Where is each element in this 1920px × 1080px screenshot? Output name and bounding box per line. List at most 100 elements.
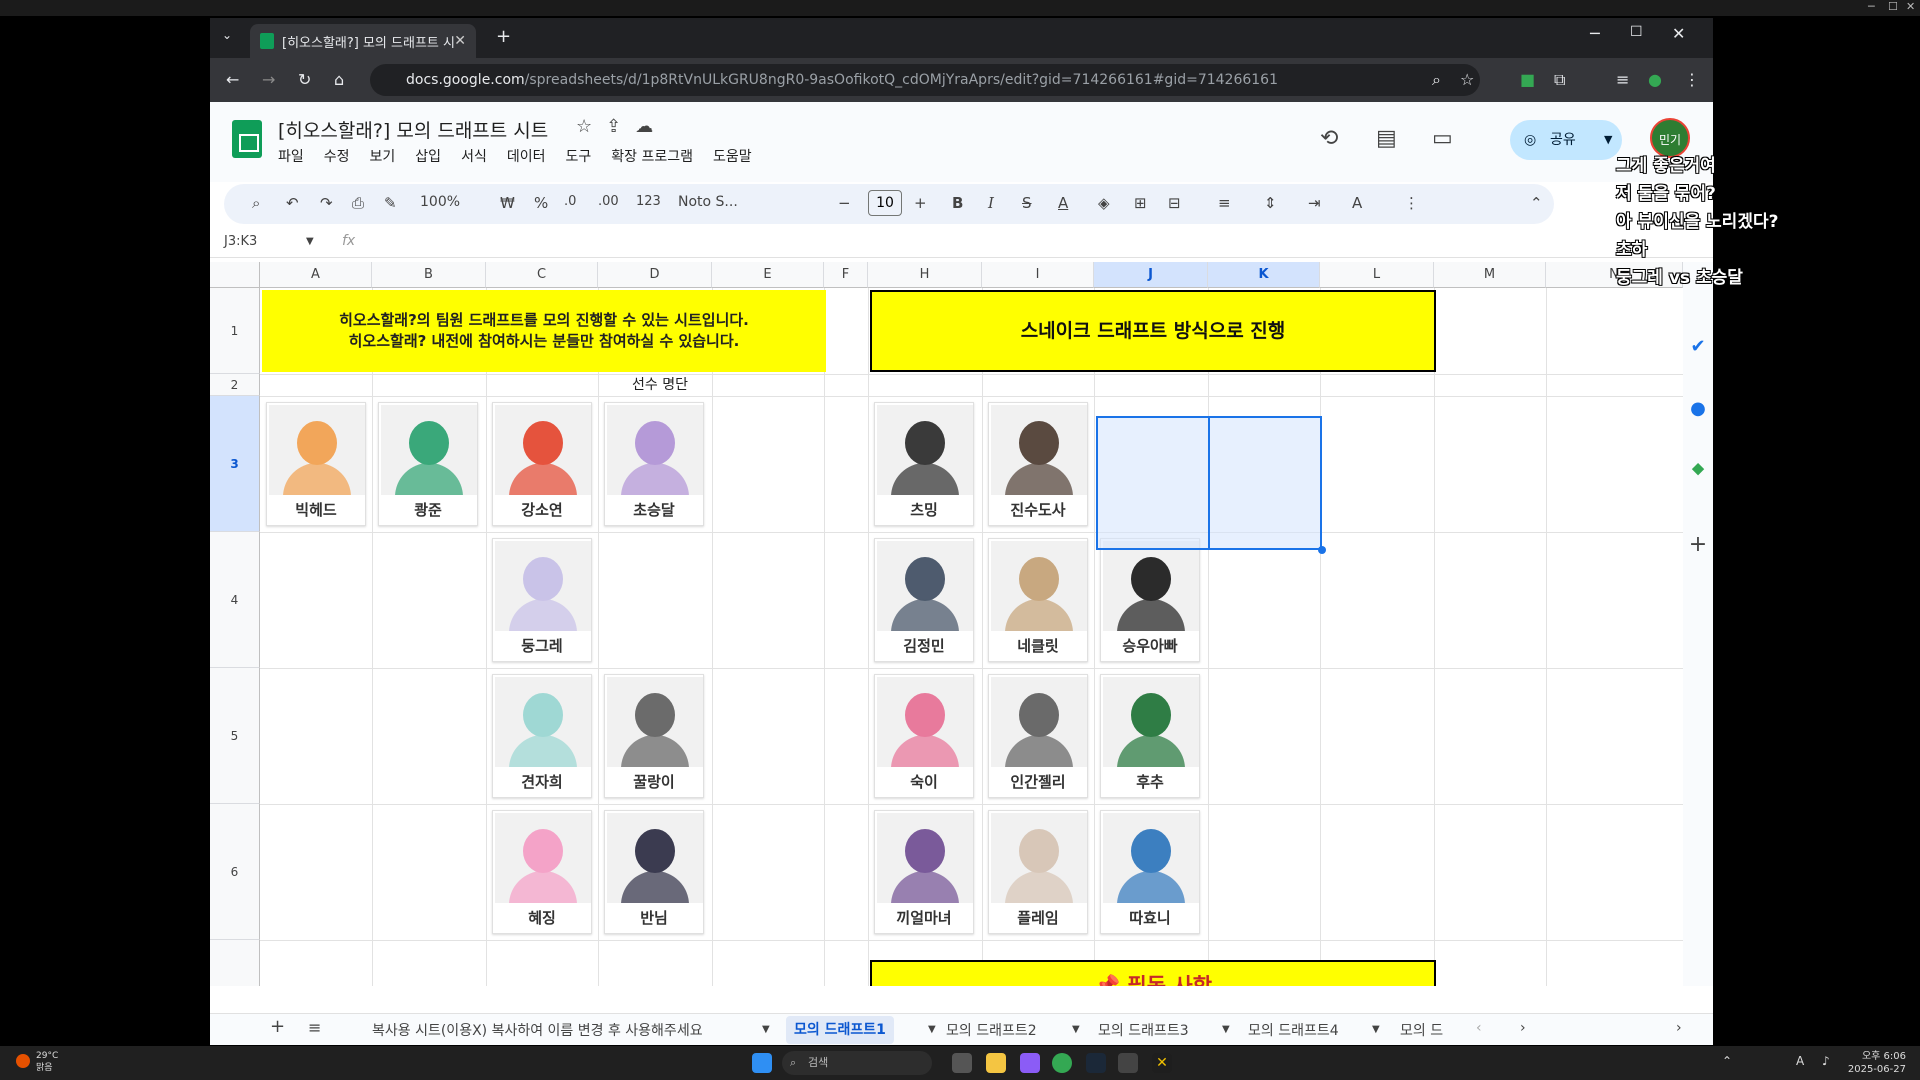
name-box-dropdown-icon[interactable]: ▼	[306, 236, 314, 247]
player-card[interactable]: 강소연	[492, 402, 592, 526]
sheet-tab-dropdown-icon[interactable]: ▼	[1222, 1024, 1230, 1035]
sheet-tab-dropdown-icon[interactable]: ▼	[762, 1024, 770, 1035]
currency-format[interactable]: ₩	[500, 194, 515, 212]
column-header[interactable]: J	[1094, 262, 1208, 288]
drafted-card[interactable]: 플레임	[988, 810, 1088, 934]
drafted-card[interactable]: 츠밍	[874, 402, 974, 526]
italic-icon[interactable]: I	[988, 194, 994, 212]
fill-color-icon[interactable]: ◈	[1098, 194, 1110, 212]
sheets-logo-icon[interactable]	[232, 120, 262, 158]
tray-overflow-icon[interactable]: ⌃	[1722, 1054, 1732, 1068]
menu-insert[interactable]: 삽입	[415, 146, 441, 166]
meet-icon[interactable]: ▭	[1432, 126, 1453, 151]
back-icon[interactable]: ←	[226, 70, 239, 89]
bookmark-star-icon[interactable]: ☆	[1460, 70, 1474, 89]
zoom-select[interactable]: 100%	[420, 194, 460, 210]
name-box[interactable]: J3:K3	[224, 234, 257, 249]
fill-handle[interactable]	[1318, 546, 1326, 554]
strikethrough-icon[interactable]: S	[1022, 194, 1032, 212]
extensions-puzzle-icon[interactable]: ⧉	[1554, 70, 1565, 90]
drafted-card[interactable]: 끼얼마녀	[874, 810, 974, 934]
column-header[interactable]: B	[372, 262, 486, 288]
paint-format-icon[interactable]: ✎	[384, 194, 397, 212]
menu-help[interactable]: 도움말	[713, 146, 752, 166]
row-header[interactable]: 4	[210, 532, 260, 668]
window-close-icon[interactable]: ✕	[1672, 24, 1685, 43]
drafted-card[interactable]: 승우아빠	[1100, 538, 1200, 662]
steam-icon[interactable]	[1086, 1053, 1106, 1073]
move-icon[interactable]: ⇪	[606, 116, 621, 137]
tasks-icon[interactable]: ✔	[1683, 336, 1713, 357]
menu-extensions[interactable]: 확장 프로그램	[611, 146, 693, 166]
document-title[interactable]: [히오스할래?] 모의 드래프트 시트	[278, 116, 548, 143]
app-icon[interactable]	[1118, 1053, 1138, 1073]
share-dropdown-icon[interactable]: ▼	[1604, 120, 1612, 160]
bold-icon[interactable]: B	[952, 194, 963, 212]
app-icon[interactable]	[1020, 1053, 1040, 1073]
text-wrap-icon[interactable]: ⇥	[1308, 194, 1321, 212]
column-header[interactable]: C	[486, 262, 598, 288]
row-header[interactable]: 6	[210, 804, 260, 940]
column-header[interactable]: A	[260, 262, 372, 288]
sheet-tab[interactable]: 모의 드	[1400, 1020, 1443, 1040]
tab-search-icon[interactable]: ⌄	[222, 28, 232, 42]
increase-decimal[interactable]: .00	[598, 194, 619, 209]
drafted-card[interactable]: 김정민	[874, 538, 974, 662]
minimize-icon[interactable]: ─	[1868, 0, 1875, 13]
decrease-decimal[interactable]: .0	[564, 194, 576, 209]
vertical-align-icon[interactable]: ⇕	[1264, 194, 1277, 212]
player-card[interactable]: 꿀랑이	[604, 674, 704, 798]
media-icon[interactable]: ≡	[1616, 70, 1629, 89]
column-header[interactable]: L	[1320, 262, 1434, 288]
sheet-tab[interactable]: 복사용 시트(이용X) 복사하여 이름 변경 후 사용해주세요	[372, 1020, 703, 1040]
add-sheet-icon[interactable]: +	[270, 1016, 285, 1037]
undo-icon[interactable]: ↶	[286, 194, 299, 212]
windows-start-icon[interactable]	[752, 1053, 772, 1073]
language-icon[interactable]: A	[1796, 1054, 1804, 1068]
row-header[interactable]: 1	[210, 288, 260, 374]
volume-icon[interactable]: ♪	[1822, 1054, 1830, 1068]
sheet-tab-dropdown-icon[interactable]: ▼	[1072, 1024, 1080, 1035]
column-header[interactable]: F	[824, 262, 868, 288]
contacts-icon[interactable]: ●	[1683, 398, 1713, 419]
percent-format[interactable]: %	[534, 194, 548, 212]
column-header[interactable]: I	[982, 262, 1094, 288]
collapse-toolbar-icon[interactable]: ⌃	[1530, 194, 1543, 212]
more-formats[interactable]: 123	[636, 194, 661, 209]
weather-widget[interactable]: 29°C 맑음	[36, 1050, 58, 1074]
version-history-icon[interactable]: ⟲	[1320, 126, 1338, 151]
redo-icon[interactable]: ↷	[320, 194, 333, 212]
drafted-card[interactable]: 후추	[1100, 674, 1200, 798]
row-header[interactable]: 5	[210, 668, 260, 804]
player-card[interactable]: 견자희	[492, 674, 592, 798]
browser-tab[interactable]: [히오스할래?] 모의 드래프트 시 ✕	[250, 24, 476, 58]
sheet-tab-dropdown-icon[interactable]: ▼	[928, 1024, 936, 1035]
player-card[interactable]: 초승달	[604, 402, 704, 526]
window-minimize-icon[interactable]: ─	[1590, 24, 1600, 43]
sheet-tab-active[interactable]: 모의 드래프트1	[786, 1016, 894, 1044]
menu-format[interactable]: 서식	[461, 146, 487, 166]
drafted-card[interactable]: 인간젤리	[988, 674, 1088, 798]
column-header[interactable]: D	[598, 262, 712, 288]
drafted-card[interactable]: 진수도사	[988, 402, 1088, 526]
comments-icon[interactable]: ▤	[1376, 126, 1397, 151]
column-header[interactable]: K	[1208, 262, 1320, 288]
add-addon-icon[interactable]: +	[1683, 532, 1713, 557]
close-icon[interactable]: ✕	[1906, 0, 1915, 13]
more-options-icon[interactable]: ⋮	[1404, 194, 1419, 212]
font-size-input[interactable]: 10	[868, 190, 902, 216]
drafted-card[interactable]: 숙이	[874, 674, 974, 798]
home-icon[interactable]: ⌂	[334, 70, 344, 89]
profile-icon[interactable]: ●	[1648, 70, 1662, 89]
column-header[interactable]: M	[1434, 262, 1546, 288]
all-sheets-icon[interactable]: ≡	[308, 1018, 321, 1037]
menu-tools[interactable]: 도구	[565, 146, 591, 166]
scroll-tabs-right-icon[interactable]: ›	[1520, 1020, 1526, 1036]
side-panel-toggle-icon[interactable]: ›	[1676, 1020, 1682, 1036]
drafted-card[interactable]: 따효니	[1100, 810, 1200, 934]
menu-view[interactable]: 보기	[370, 146, 396, 166]
window-maximize-icon[interactable]: ☐	[1630, 24, 1643, 40]
sheet-tab[interactable]: 모의 드래프트4	[1248, 1020, 1339, 1040]
player-card[interactable]: 둥그레	[492, 538, 592, 662]
browser-menu-icon[interactable]: ⋮	[1684, 70, 1700, 89]
